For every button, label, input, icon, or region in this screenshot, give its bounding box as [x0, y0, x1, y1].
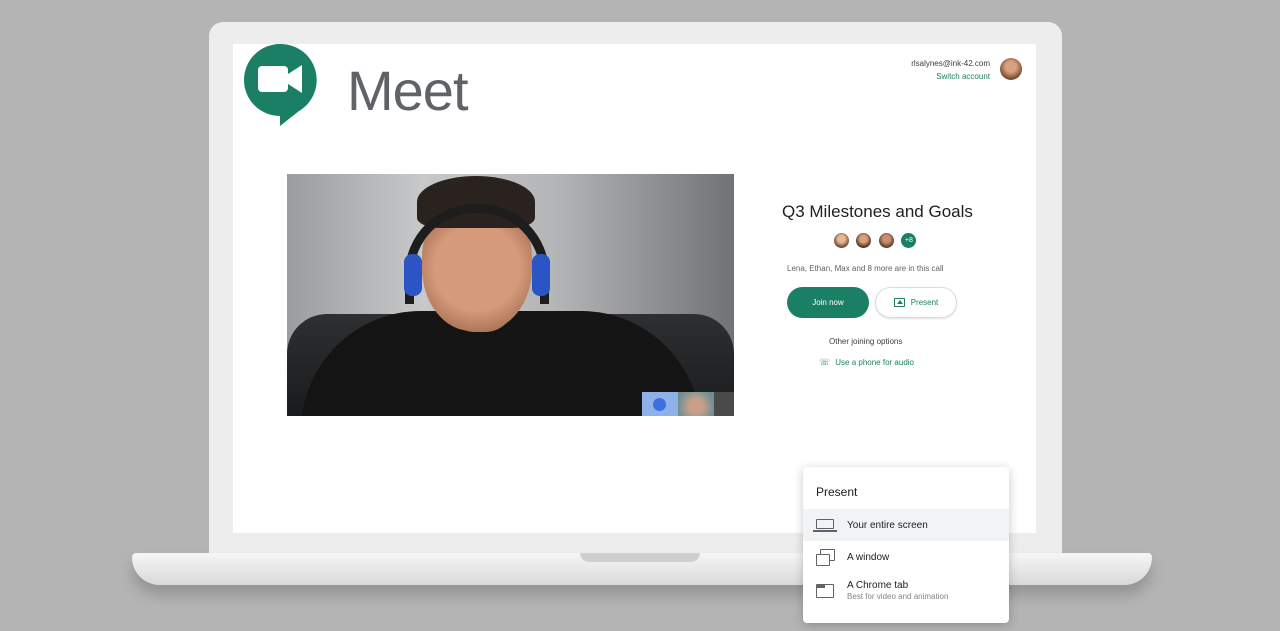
meet-screen: Meet rlsalynes@ink-42.com Switch account…: [233, 44, 1036, 533]
self-video-preview: [287, 174, 734, 416]
other-joining-options-label: Other joining options: [829, 337, 903, 346]
meeting-title: Q3 Milestones and Goals: [782, 202, 973, 221]
app-brand-title: Meet: [347, 59, 468, 122]
more-participants-badge: +8: [901, 233, 917, 248]
menu-item-window[interactable]: A window: [803, 541, 1009, 573]
in-call-status: Lena, Ethan, Max and 8 more are in this …: [787, 264, 944, 273]
switch-account-link[interactable]: Switch account: [911, 72, 990, 81]
preview-camera-indicator[interactable]: [642, 392, 678, 416]
use-phone-audio-link[interactable]: ☏ Use a phone for audio: [819, 357, 914, 368]
menu-item-sublabel: Best for video and animation: [847, 592, 949, 602]
menu-item-label: Your entire screen: [847, 519, 928, 531]
menu-item-label: A window: [847, 551, 890, 563]
account-email: rlsalynes@ink-42.com: [911, 59, 990, 68]
menu-item-chrome-tab[interactable]: A Chrome tab Best for video and animatio…: [803, 573, 1009, 609]
preview-earcup-right: [532, 254, 550, 296]
use-phone-audio-label: Use a phone for audio: [835, 358, 914, 367]
participant-avatar: [834, 233, 849, 248]
user-avatar[interactable]: [1000, 58, 1022, 80]
browser-tab-icon: [816, 584, 834, 598]
monitor-icon: [813, 519, 837, 532]
present-screen-icon: [893, 298, 905, 307]
phone-icon: ☏: [819, 357, 831, 367]
preview-earcup-left: [404, 254, 422, 296]
meet-logo-icon: [244, 44, 317, 126]
preview-participant-thumbnail[interactable]: [678, 392, 714, 416]
participant-avatar: [878, 233, 894, 248]
preview-more-tile[interactable]: [714, 392, 734, 416]
menu-item-entire-screen[interactable]: Your entire screen: [803, 509, 1009, 541]
participant-avatar: [856, 233, 872, 248]
laptop-notch: [580, 553, 700, 562]
account-info: rlsalynes@ink-42.com Switch account: [911, 59, 990, 81]
menu-item-label: A Chrome tab: [847, 580, 909, 592]
present-menu-title: Present: [816, 485, 858, 499]
present-menu: Present Your entire screen A window A Ch…: [803, 467, 1009, 623]
present-button[interactable]: Present: [875, 287, 957, 318]
join-now-button[interactable]: Join now: [787, 287, 869, 318]
menu-item-text: A Chrome tab Best for video and animatio…: [847, 579, 948, 602]
window-icon: [816, 549, 835, 566]
present-button-label: Present: [910, 298, 939, 307]
participant-avatars: +8: [834, 233, 919, 249]
